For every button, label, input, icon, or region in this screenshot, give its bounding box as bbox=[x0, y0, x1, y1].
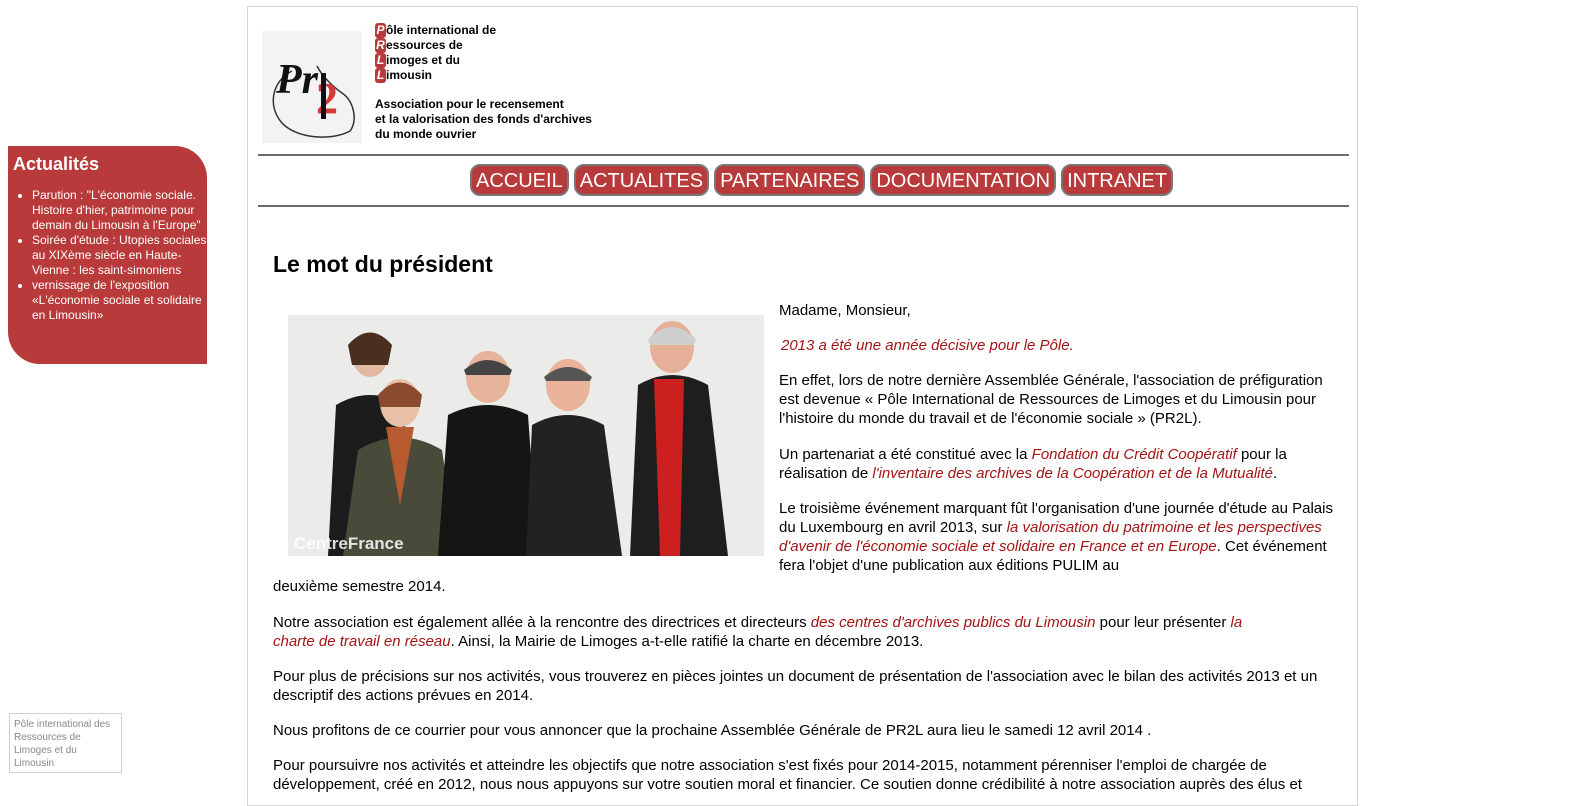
nav-accueil[interactable]: ACCUEIL bbox=[470, 164, 569, 196]
link-inventaire-archives[interactable]: l'inventaire des archives de la Coopérat… bbox=[872, 465, 1273, 482]
text-span: . bbox=[1273, 465, 1278, 482]
text-span: . Ainsi, la Mairie de Limoges a-t-elle r… bbox=[450, 633, 924, 650]
paragraph-1: En effet, lors de notre dernière Assembl… bbox=[779, 372, 1323, 427]
news-link[interactable]: Parution : "L'économie sociale. Histoire… bbox=[32, 188, 201, 232]
nav-divider bbox=[258, 205, 1349, 207]
initial-letter: R bbox=[375, 38, 386, 53]
org-name-line: Limousin bbox=[375, 68, 496, 83]
alt-text-line: Ressources de bbox=[14, 732, 81, 743]
news-title: Actualités bbox=[13, 154, 100, 174]
pr2l-logo[interactable]: Pr 2 bbox=[262, 31, 362, 143]
news-list: Parution : "L'économie sociale. Histoire… bbox=[16, 188, 208, 323]
tagline-line: du monde ouvrier bbox=[375, 127, 477, 141]
link-centres-archives[interactable]: des centres d'archives publics du Limous… bbox=[811, 614, 1096, 631]
alt-text-line: Limoges et du bbox=[14, 745, 77, 756]
initial-letter: P bbox=[375, 23, 386, 38]
alt-text-line: Pôle international des bbox=[14, 719, 111, 730]
tagline: Association pour le recensement et la va… bbox=[375, 97, 592, 142]
paragraph-7: Pour poursuivre nos activités et atteind… bbox=[273, 757, 1302, 793]
alt-text-line: Limousin bbox=[14, 758, 55, 769]
news-item[interactable]: Soirée d'étude : Utopies sociales au XIX… bbox=[32, 233, 208, 278]
nav-intranet[interactable]: INTRANET bbox=[1061, 164, 1174, 196]
link-charte-reseau[interactable]: charte de travail en réseau bbox=[273, 633, 451, 650]
paragraph-3-end: deuxième semestre 2014. bbox=[273, 578, 446, 595]
photo-watermark: CentreFrance bbox=[294, 534, 404, 553]
org-name-line: Limoges et du bbox=[375, 53, 496, 68]
org-name-rest: imousin bbox=[386, 68, 433, 82]
news-item[interactable]: Parution : "L'économie sociale. Histoire… bbox=[32, 188, 208, 233]
org-name-block: Pôle international de Ressources de Limo… bbox=[375, 23, 496, 83]
page-title: Le mot du président bbox=[273, 251, 493, 277]
paragraph-3: Le troisième événement marquant fût l'or… bbox=[779, 499, 1334, 575]
nav-documentation[interactable]: DOCUMENTATION bbox=[870, 164, 1057, 196]
initial-letter: L bbox=[375, 53, 386, 68]
news-panel: Actualités Parution : "L'économie social… bbox=[8, 146, 207, 364]
initial-letter: L bbox=[375, 68, 386, 83]
org-name-rest: ôle international de bbox=[386, 23, 497, 37]
news-link[interactable]: Soirée d'étude : Utopies sociales au XIX… bbox=[32, 233, 206, 277]
org-name-rest: essources de bbox=[386, 38, 463, 52]
main-nav: ACCUEIL ACTUALITES PARTENAIRES DOCUMENTA… bbox=[470, 164, 1174, 196]
paragraph-5: Pour plus de précisions sur nos activité… bbox=[273, 668, 1318, 704]
text-span: pour leur présenter bbox=[1095, 614, 1231, 631]
header-divider bbox=[258, 154, 1349, 156]
org-name-line: Pôle international de bbox=[375, 23, 496, 38]
text-span: Notre association est également allée à … bbox=[273, 614, 811, 631]
svg-text:2: 2 bbox=[316, 74, 338, 123]
paragraph-2: Un partenariat a été constitué avec la F… bbox=[779, 445, 1334, 483]
svg-text:Pr: Pr bbox=[275, 57, 319, 103]
news-item[interactable]: vernissage de l'exposition «L'économie s… bbox=[32, 278, 208, 323]
logo-alt-box[interactable]: Pôle international des Ressources de Lim… bbox=[9, 713, 122, 773]
text-span: Un partenariat a été constitué avec la bbox=[779, 446, 1032, 463]
main-container: Pr 2 Pôle international de Ressources de… bbox=[247, 6, 1358, 806]
nav-partenaires[interactable]: PARTENAIRES bbox=[714, 164, 866, 196]
link-charte-reseau[interactable]: la bbox=[1231, 614, 1243, 631]
paragraph-6: Nous profitons de ce courrier pour vous … bbox=[273, 722, 1152, 739]
paragraph-4: Notre association est également allée à … bbox=[273, 613, 1323, 651]
president-photo: CentreFrance bbox=[288, 315, 764, 556]
tagline-line: et la valorisation des fonds d'archives bbox=[375, 112, 592, 126]
highlight-text: 2013 a été une année décisive pour le Pô… bbox=[781, 337, 1074, 354]
group-photo-graphic: CentreFrance bbox=[288, 315, 764, 556]
org-name-rest: imoges et du bbox=[386, 53, 461, 67]
nav-actualites[interactable]: ACTUALITES bbox=[573, 164, 710, 196]
news-link[interactable]: vernissage de l'exposition «L'économie s… bbox=[32, 278, 202, 322]
tagline-line: Association pour le recensement bbox=[375, 97, 564, 111]
greeting: Madame, Monsieur, bbox=[779, 302, 911, 319]
org-name-line: Ressources de bbox=[375, 38, 496, 53]
pr2l-logo-graphic: Pr 2 bbox=[262, 31, 362, 143]
link-fondation-credit-cooperatif[interactable]: Fondation du Crédit Coopératif bbox=[1032, 446, 1237, 463]
